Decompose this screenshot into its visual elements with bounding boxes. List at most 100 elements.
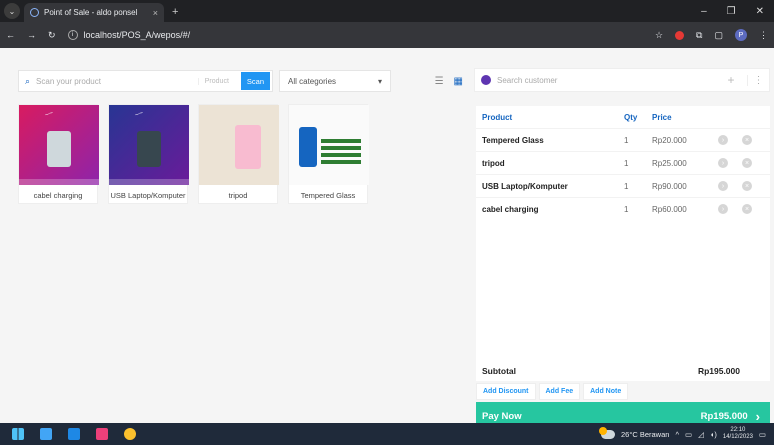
cart-table: Product Qty Price Tempered Glass 1 Rp20.…: [476, 106, 770, 381]
maximize-icon[interactable]: ❐: [727, 6, 736, 17]
browser-actions: ☆ ⧉ ▢ P ⋮: [655, 29, 768, 41]
product-search-input[interactable]: Scan your product: [36, 77, 192, 86]
add-note-button[interactable]: Add Note: [583, 383, 629, 400]
address-bar: ← → ↻ i localhost/POS_A/wepos/#/ ☆ ⧉ ▢ P…: [0, 22, 774, 48]
tray-chevron-icon[interactable]: ^: [675, 430, 679, 439]
profile-avatar[interactable]: P: [735, 29, 747, 41]
list-view-icon[interactable]: ☰: [435, 76, 444, 87]
product-card[interactable]: Tempered Glass: [288, 104, 369, 204]
product-image: [199, 105, 279, 185]
chevron-right-icon[interactable]: ›: [718, 204, 728, 214]
window-close-icon[interactable]: ✕: [756, 6, 764, 17]
url-text: localhost/POS_A/wepos/#/: [83, 30, 191, 40]
notification-icon[interactable]: ▭: [759, 430, 766, 439]
product-image: ~~: [19, 105, 99, 185]
extensions-puzzle-icon[interactable]: ⧉: [696, 30, 702, 41]
product-toolbar: ⌕ Scan your product Product Scan All cat…: [18, 70, 463, 92]
product-mode-label[interactable]: Product: [197, 77, 235, 85]
product-device-shape: [137, 131, 161, 167]
image-stripe: [19, 179, 99, 185]
product-search[interactable]: ⌕ Scan your product Product Scan: [18, 70, 273, 92]
product-name: Tempered Glass: [300, 190, 356, 200]
user-icon: [481, 75, 491, 85]
product-card[interactable]: ~~ USB Laptop/Komputer: [108, 104, 189, 204]
bookmark-star-icon[interactable]: ☆: [655, 30, 663, 41]
close-icon[interactable]: ×: [742, 204, 752, 214]
sidepanel-icon[interactable]: ▢: [714, 30, 723, 41]
network-icon[interactable]: ◿: [698, 430, 704, 439]
subtotal-value: Rp195.000: [697, 366, 740, 376]
site-info-icon[interactable]: i: [67, 30, 78, 40]
clock-date: 14/12/2023: [722, 434, 753, 440]
chevron-right-icon[interactable]: ›: [718, 181, 728, 191]
new-tab-icon[interactable]: +: [172, 6, 178, 18]
favicon-icon: [30, 8, 39, 17]
product-name: tripod: [228, 190, 248, 200]
product-image: ~~: [109, 105, 189, 185]
add-fee-button[interactable]: Add Fee: [538, 383, 581, 400]
product-name: USB Laptop/Komputer: [110, 190, 186, 200]
app-icon[interactable]: [96, 428, 108, 440]
more-icon[interactable]: ⋮: [747, 74, 769, 86]
url-field[interactable]: i localhost/POS_A/wepos/#/: [67, 30, 191, 40]
product-device-shape: [47, 131, 71, 167]
windows-start-icon[interactable]: [12, 428, 24, 440]
app-icon[interactable]: [68, 428, 80, 440]
reload-icon[interactable]: ↻: [48, 30, 56, 41]
cart-qty[interactable]: 1: [624, 182, 652, 191]
browser-titlebar: ⌄ Point of Sale - aldo ponsel × + – ❐ ✕: [0, 0, 774, 22]
chevron-right-icon[interactable]: ›: [718, 135, 728, 145]
tab-close-icon[interactable]: ×: [153, 8, 158, 18]
close-icon[interactable]: ×: [742, 158, 752, 168]
cart-qty[interactable]: 1: [624, 136, 652, 145]
product-card[interactable]: ~~ cabel charging: [18, 104, 99, 204]
browser-menu-icon[interactable]: ⋮: [759, 30, 768, 41]
header-product: Product: [482, 112, 513, 122]
product-name: cabel charging: [33, 190, 83, 200]
grid-view-icon[interactable]: ▦: [454, 76, 463, 87]
pos-app: ⌕ Scan your product Product Scan All cat…: [0, 48, 774, 430]
browser-tab[interactable]: Point of Sale - aldo ponsel ×: [24, 3, 164, 22]
product-device-shape: [299, 127, 317, 167]
back-icon[interactable]: ←: [6, 30, 15, 40]
close-icon[interactable]: ×: [742, 181, 752, 191]
cart-qty[interactable]: 1: [624, 159, 652, 168]
extension-icon[interactable]: [675, 30, 685, 40]
product-device-shape: [235, 125, 261, 169]
weather-text[interactable]: 26°C Berawan: [621, 430, 669, 439]
cart-product: USB Laptop/Komputer: [482, 181, 568, 191]
system-tray: 26°C Berawan ^ ▭ ◿ ◖) 22:10 14/12/2023 ▭: [598, 426, 774, 441]
tab-title: Point of Sale - aldo ponsel: [44, 8, 138, 17]
cart-product: tripod: [482, 158, 505, 168]
cart-price: Rp20.000: [652, 135, 687, 145]
plus-icon[interactable]: +: [721, 73, 741, 87]
category-select[interactable]: All categories ▾: [279, 70, 391, 92]
volume-icon[interactable]: ◖): [710, 430, 717, 439]
cart-price: Rp90.000: [652, 181, 687, 191]
minimize-icon[interactable]: –: [701, 6, 707, 17]
window-controls: – ❐ ✕: [701, 6, 774, 22]
clock[interactable]: 22:10 14/12/2023: [723, 427, 753, 441]
cart-product: cabel charging: [482, 204, 539, 214]
customer-search[interactable]: Search customer + ⋮: [474, 68, 770, 92]
taskbar: 26°C Berawan ^ ▭ ◿ ◖) 22:10 14/12/2023 ▭: [0, 423, 774, 445]
chrome-icon[interactable]: [124, 428, 136, 440]
image-deco: ~~: [134, 109, 145, 120]
pay-amount-group: Rp195.000 ›: [701, 409, 760, 424]
tab-search-icon[interactable]: ⌄: [4, 3, 20, 19]
product-card[interactable]: tripod: [198, 104, 279, 204]
chevron-right-icon[interactable]: ›: [718, 158, 728, 168]
image-bullets: [321, 139, 361, 167]
product-grid: ~~ cabel charging ~~ USB Laptop/Komputer: [18, 104, 369, 204]
clock-time: 22:10: [730, 427, 746, 434]
customer-search-input[interactable]: Search customer: [497, 76, 715, 85]
subtotal-row: Subtotal Rp195.000: [476, 362, 770, 380]
close-icon[interactable]: ×: [742, 135, 752, 145]
battery-icon[interactable]: ▭: [685, 430, 692, 439]
add-discount-button[interactable]: Add Discount: [476, 383, 536, 400]
scan-button[interactable]: Scan: [240, 72, 270, 90]
pay-now-amount: Rp195.000: [700, 410, 748, 422]
cart-qty[interactable]: 1: [624, 205, 652, 214]
forward-icon[interactable]: →: [27, 30, 36, 40]
file-explorer-icon[interactable]: [40, 428, 52, 440]
